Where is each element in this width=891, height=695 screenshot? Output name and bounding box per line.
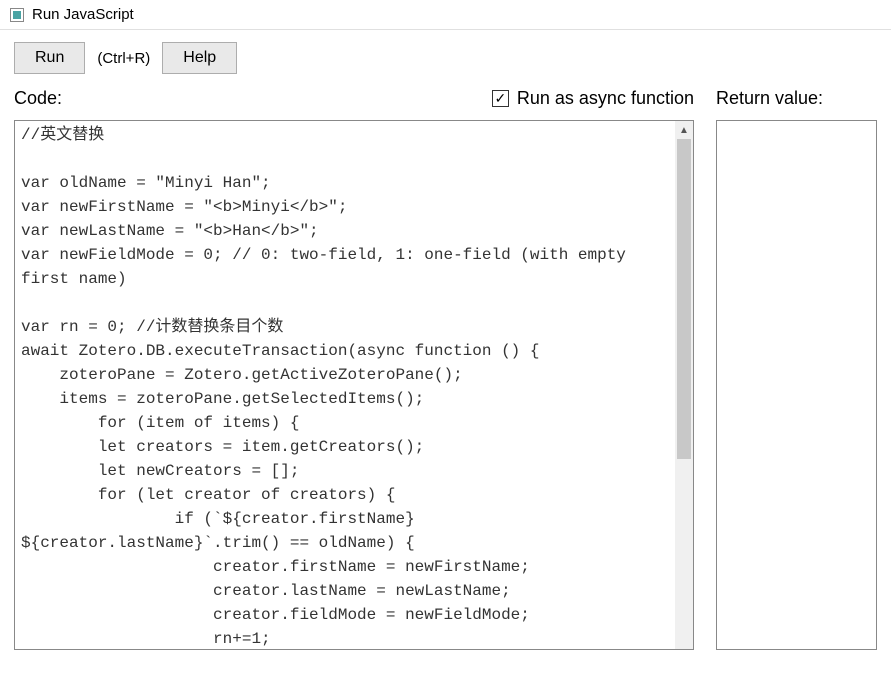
code-label: Code: [14, 88, 62, 109]
toolbar: Run (Ctrl+R) Help [0, 30, 891, 84]
async-checkbox[interactable]: ✓ [492, 90, 509, 107]
run-button[interactable]: Run [14, 42, 85, 74]
return-label: Return value: [716, 88, 823, 109]
help-button[interactable]: Help [162, 42, 237, 74]
app-icon [10, 8, 24, 22]
async-checkbox-label: Run as async function [517, 88, 694, 109]
return-column: Return value: [716, 84, 877, 650]
async-checkbox-wrap[interactable]: ✓ Run as async function [492, 88, 694, 109]
scrollbar-up-icon[interactable]: ▲ [675, 121, 693, 139]
window-title: Run JavaScript [32, 6, 134, 23]
titlebar: Run JavaScript [0, 0, 891, 30]
main-area: Code: ✓ Run as async function //英文替换 var… [0, 84, 891, 664]
code-text[interactable]: //英文替换 var oldName = "Minyi Han"; var ne… [15, 121, 675, 649]
scrollbar-track[interactable]: ▲ [675, 121, 693, 649]
code-editor[interactable]: //英文替换 var oldName = "Minyi Han"; var ne… [14, 120, 694, 650]
return-value-box[interactable] [716, 120, 877, 650]
run-shortcut-label: (Ctrl+R) [97, 50, 150, 67]
code-column: Code: ✓ Run as async function //英文替换 var… [14, 84, 694, 650]
scrollbar-thumb[interactable] [677, 139, 691, 459]
